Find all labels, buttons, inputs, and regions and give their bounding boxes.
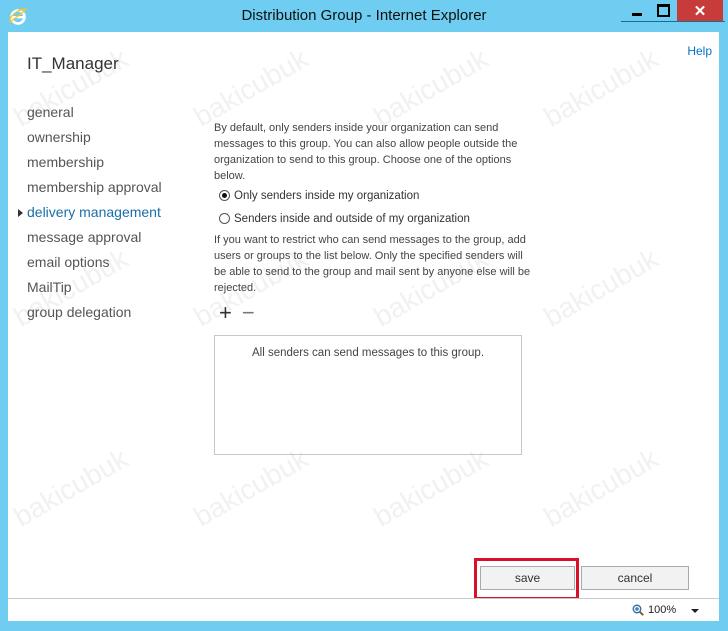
nav-item-membership-approval[interactable]: membership approval (8, 177, 188, 202)
zoom-icon[interactable] (632, 604, 644, 616)
watermark: bakicubuk (538, 242, 664, 333)
status-bar: 100% (8, 598, 719, 621)
maximize-icon (657, 4, 670, 17)
delivery-intro-text: By default, only senders inside your org… (214, 122, 518, 182)
radio-label: Only senders inside my organization (234, 189, 420, 202)
list-empty-message: All senders can send messages to this gr… (251, 347, 485, 359)
nav-item-membership[interactable]: membership (8, 152, 188, 177)
minimize-button[interactable] (623, 0, 650, 21)
allowed-senders-list[interactable]: All senders can send messages to this gr… (214, 335, 522, 455)
radio-inside-only[interactable]: Only senders inside my organization (219, 184, 534, 207)
watermark: bakicubuk (538, 42, 664, 133)
selected-arrow-icon (18, 209, 23, 217)
add-icon[interactable]: + (219, 302, 232, 324)
nav-item-group-delegation[interactable]: group delegation (8, 302, 188, 327)
close-button[interactable]: ✕ (677, 0, 723, 21)
window-controls-divider (621, 21, 725, 22)
zoom-level[interactable]: 100% (648, 604, 676, 616)
watermark: bakicubuk (8, 442, 134, 533)
watermark: bakicubuk (368, 442, 494, 533)
radio-button[interactable] (219, 213, 230, 224)
watermark: bakicubuk (188, 442, 314, 533)
nav-item-delivery-management[interactable]: delivery management (8, 202, 188, 227)
radio-button-checked[interactable] (219, 190, 230, 201)
nav-item-label: MailTip (27, 279, 72, 295)
watermark: bakicubuk (538, 442, 664, 533)
sender-list-toolbar: + − (219, 302, 255, 324)
nav-item-message-approval[interactable]: message approval (8, 227, 188, 252)
cancel-button[interactable]: cancel (581, 566, 689, 590)
nav-item-ownership[interactable]: ownership (8, 127, 188, 152)
nav-item-mailtip[interactable]: MailTip (8, 277, 188, 302)
nav-item-label: general (27, 104, 74, 120)
remove-icon[interactable]: − (242, 302, 255, 324)
nav-item-email-options[interactable]: email options (8, 252, 188, 277)
help-link[interactable]: Help (687, 44, 712, 58)
nav-item-label: delivery management (27, 204, 161, 220)
nav-item-general[interactable]: general (8, 102, 188, 127)
title-bar: Distribution Group - Internet Explorer ✕ (0, 0, 728, 32)
minimize-icon (631, 13, 642, 16)
nav-item-label: membership approval (27, 179, 162, 195)
chevron-down-icon[interactable] (691, 609, 699, 613)
nav-item-label: message approval (27, 229, 142, 245)
radio-label: Senders inside and outside of my organiz… (234, 212, 470, 225)
maximize-button[interactable] (650, 0, 677, 21)
nav-item-label: membership (27, 154, 105, 170)
radio-inside-and-outside[interactable]: Senders inside and outside of my organiz… (219, 207, 534, 230)
nav-item-label: ownership (27, 129, 91, 145)
page-content: bakicubuk bakicubuk bakicubuk bakicubuk … (8, 32, 719, 600)
page-title: IT_Manager (27, 54, 119, 73)
nav-item-label: email options (27, 254, 110, 270)
save-button[interactable]: save (480, 566, 575, 590)
nav-item-label: group delegation (27, 304, 132, 320)
sidebar-nav: general ownership membership membership … (8, 102, 188, 327)
delivery-management-panel: By default, only senders inside your org… (214, 120, 534, 296)
close-icon: ✕ (693, 2, 707, 20)
window-title: Distribution Group - Internet Explorer (241, 7, 487, 24)
restrict-senders-text: If you want to restrict who can send mes… (214, 234, 531, 294)
